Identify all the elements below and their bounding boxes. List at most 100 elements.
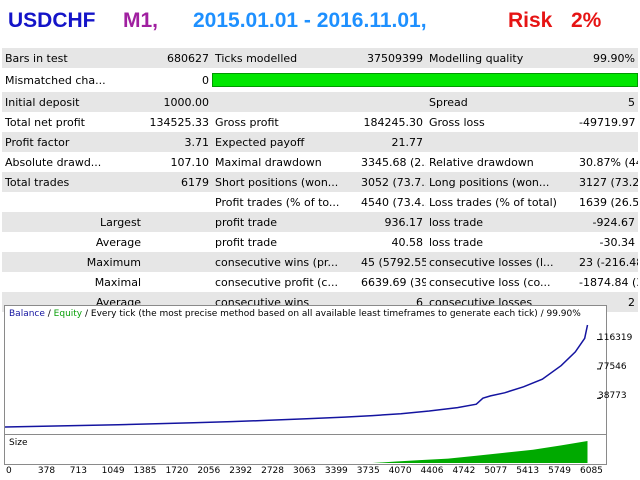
report-cell: 184245.30 <box>358 112 426 132</box>
report-cell: Short positions (won... <box>212 172 358 192</box>
report-cell: -1874.84 (3) <box>576 272 638 292</box>
report-cell <box>426 132 576 152</box>
report-cell: 3127 (73.20%) <box>576 172 638 192</box>
report-cell: -49719.97 <box>576 112 638 132</box>
report-cell: 23 (-216.48) <box>576 252 638 272</box>
size-chart-plot <box>5 441 588 463</box>
report-row: Absolute drawd... 107.10 Maximal drawdown 3… <box>2 152 638 172</box>
report-cell: Spread <box>426 92 576 112</box>
report-row: Initial deposit 1000.00 Spread 5 <box>2 92 638 112</box>
x-tick-label: 1049 <box>101 466 125 476</box>
report-cell: Average <box>2 232 144 252</box>
report-row: Maximal consecutive profit (c... 6639.69 (… <box>2 272 638 292</box>
report-cell: 45 (5792.55) <box>358 252 426 272</box>
report-cell: Long positions (won... <box>426 172 576 192</box>
x-tick-label: 5749 <box>548 466 572 476</box>
report-cell: 37509399 <box>358 48 426 68</box>
report-cell: 6639.69 (39) <box>358 272 426 292</box>
risk-label: Risk <box>508 9 553 32</box>
report-cell: loss trade <box>426 232 576 252</box>
report-cell <box>144 272 212 292</box>
report-cell: 3345.68 (2.... <box>358 152 426 172</box>
size-area <box>5 441 588 463</box>
report-cell: 107.10 <box>144 152 212 172</box>
y-tick-label: 116319 <box>598 332 633 343</box>
x-tick-label: 2728 <box>261 466 285 476</box>
report-cell: Mismatched cha... <box>2 68 144 92</box>
x-tick-label: 5077 <box>484 466 508 476</box>
report-row: Average profit trade 40.58 loss trade -30.34 <box>2 232 638 252</box>
risk-value: 2% <box>571 9 602 32</box>
balance-chart-plot <box>5 324 601 428</box>
report-cell: 4540 (73.4... <box>358 192 426 212</box>
report-row: Profit trades (% of to... 4540 (73.4... Lo… <box>2 192 638 212</box>
report-cell: 1639 (26.53%) <box>576 192 638 212</box>
report-cell: consecutive profit (c... <box>212 272 358 292</box>
report-cell: 6179 <box>144 172 212 192</box>
report-cell: Relative drawdown <box>426 152 576 172</box>
y-tick-label: 38773 <box>598 391 627 402</box>
report-cell: 936.17 <box>358 212 426 232</box>
report-cell: Maximum <box>2 252 144 272</box>
report-row: Total trades 6179 Short positions (won... 3… <box>2 172 638 192</box>
report-cell <box>144 212 212 232</box>
balance-chart: Balance / Equity / Every tick (the most … <box>4 305 607 435</box>
report-cell: Modelling quality <box>426 48 576 68</box>
report-cell: consecutive losses (l... <box>426 252 576 272</box>
report-cell <box>144 252 212 272</box>
report-row: Maximum consecutive wins (pr... 45 (5792.5… <box>2 252 638 272</box>
x-tick-label: 713 <box>69 466 87 476</box>
x-tick-label: 4406 <box>420 466 444 476</box>
report-cell: Absolute drawd... <box>2 152 144 172</box>
report-cell: Gross profit <box>212 112 358 132</box>
report-row: Total net profit 134525.33 Gross profit 184… <box>2 112 638 132</box>
report-cell: consecutive loss (co... <box>426 272 576 292</box>
report-cell: 5 <box>576 92 638 112</box>
report-cell: 0 <box>144 68 212 92</box>
timeframe-title: M1, <box>123 9 159 32</box>
report-cell: 680627 <box>144 48 212 68</box>
date-range-title: 2015.01.01 - 2016.11.01, <box>193 9 427 32</box>
report-cell: profit trade <box>212 232 358 252</box>
x-tick-label: 3735 <box>356 466 380 476</box>
report-cell: 3.71 <box>144 132 212 152</box>
report-cell: 40.58 <box>358 232 426 252</box>
report-cell: Initial deposit <box>2 92 144 112</box>
size-chart: Size <box>4 435 607 465</box>
x-tick-label: 378 <box>37 466 56 476</box>
x-tick-label: 0 <box>6 466 12 476</box>
report-cell: Ticks modelled <box>212 48 358 68</box>
symbol-title: USDCHF <box>8 9 96 32</box>
report-cell: 21.77 <box>358 132 426 152</box>
report-cell: Largest <box>2 212 144 232</box>
report-cell <box>144 192 212 212</box>
report-cell <box>2 192 144 212</box>
report-table: Bars in test 680627 Ticks modelled 37509399… <box>2 48 638 312</box>
report-cell: 99.90% <box>576 48 638 68</box>
report-row: Largest profit trade 936.17 loss trade -924.… <box>2 212 638 232</box>
x-tick-label: 6085 <box>580 466 603 476</box>
report-cell: Maximal <box>2 272 144 292</box>
x-tick-label: 2392 <box>229 466 253 476</box>
y-tick-label: 77546 <box>598 361 627 372</box>
report-cell <box>212 92 358 112</box>
report-cell: Total net profit <box>2 112 144 132</box>
x-tick-label: 5413 <box>516 466 540 476</box>
report-cell <box>144 232 212 252</box>
report-cell: Profit trades (% of to... <box>212 192 358 212</box>
report-cell: Bars in test <box>2 48 144 68</box>
report-cell: profit trade <box>212 212 358 232</box>
report-cell: -30.34 <box>576 232 638 252</box>
report-cell: Maximal drawdown <box>212 152 358 172</box>
x-tick-label: 1385 <box>133 466 157 476</box>
report-cell: consecutive wins (pr... <box>212 252 358 272</box>
report-cell: Expected payoff <box>212 132 358 152</box>
report-header: USDCHF M1, 2015.01.01 - 2016.11.01, Risk… <box>0 0 640 48</box>
report-cell: 1000.00 <box>144 92 212 112</box>
x-tick-label: 4070 <box>388 466 412 476</box>
quality-bar-fill <box>212 73 638 87</box>
report-cell: 134525.33 <box>144 112 212 132</box>
series-line-balance <box>5 324 589 428</box>
report-row: Profit factor 3.71 Expected payoff 21.77 <box>2 132 638 152</box>
report-cell <box>358 92 426 112</box>
